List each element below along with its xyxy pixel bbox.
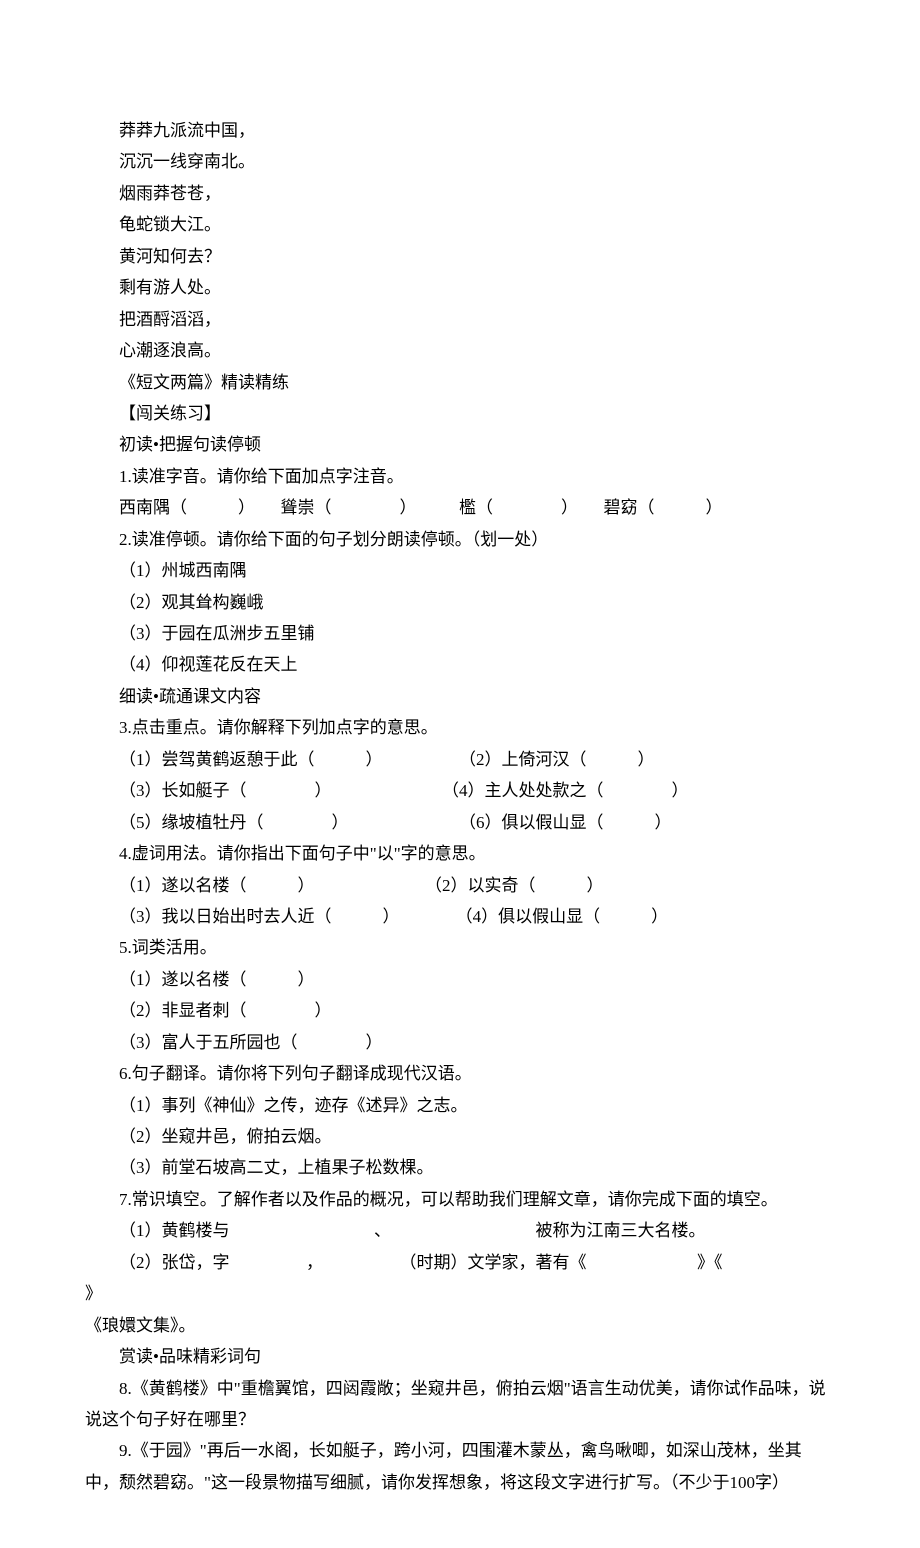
- q3-pair-right: （4）主人处处款之（ ）: [442, 781, 689, 800]
- question-6-item: （3）前堂石坡高二丈，上植果子松数棵。: [85, 1152, 835, 1183]
- question-7-item-1: （1）黄鹤楼与 、 被称为江南三大名楼。: [85, 1215, 835, 1246]
- q7-2-a: （2）张岱，字: [119, 1253, 230, 1272]
- document-title: 《短文两篇》精读精练: [85, 367, 835, 398]
- poem-line: 莽莽九派流中国，: [85, 115, 835, 146]
- question-8: 8.《黄鹤楼》中"重檐翼馆，四闼霞敞；坐窥井邑，俯拍云烟"语言生动优美，请你试作…: [85, 1373, 835, 1436]
- q3-pair-left: （5）缘坡植牡丹（ ）: [119, 813, 349, 832]
- question-6-item: （1）事列《神仙》之传，迹存《述异》之志。: [85, 1090, 835, 1121]
- question-2-item: （2）观其耸构巍峨: [85, 587, 835, 618]
- q4-pair-left: （1）遂以名楼（ ）: [119, 876, 315, 895]
- question-6-stem: 6.句子翻译。请你将下列句子翻译成现代汉语。: [85, 1058, 835, 1089]
- q7-2-c: （时期）文学家，著有《: [400, 1253, 587, 1272]
- question-5-item: （3）富人于五所园也（ ）: [85, 1027, 835, 1058]
- q7-2-b: ，: [306, 1253, 323, 1272]
- question-2-item: （1）州城西南隅: [85, 555, 835, 586]
- q3-pair-right: （2）上倚河汉（ ）: [459, 750, 655, 769]
- q7-1-a: （1）黄鹤楼与: [119, 1221, 230, 1240]
- section-2-heading: 细读•疏通课文内容: [85, 681, 835, 712]
- question-5-stem: 5.词类活用。: [85, 932, 835, 963]
- question-1-items: 西南隅（ ） 聳崇（ ） 檻（ ） 碧窈（ ）: [85, 492, 835, 523]
- poem-line: 沉沉一线穿南北。: [85, 146, 835, 177]
- question-2-item: （3）于园在瓜洲步五里铺: [85, 618, 835, 649]
- section-1-heading: 初读•把握句读停顿: [85, 429, 835, 460]
- q3-pair-right: （6）俱以假山显（ ）: [459, 813, 672, 832]
- question-6-item: （2）坐窥井邑，俯拍云烟。: [85, 1121, 835, 1152]
- question-4-pair: （1）遂以名楼（ ） （2）以实奇（ ）: [85, 870, 835, 901]
- poem-line: 心潮逐浪高。: [85, 335, 835, 366]
- question-2-item: （4）仰视莲花反在天上: [85, 649, 835, 680]
- question-4-stem: 4.虚词用法。请你指出下面句子中"以"字的意思。: [85, 838, 835, 869]
- question-5-item: （2）非显者刺（ ）: [85, 995, 835, 1026]
- question-3-pair: （5）缘坡植牡丹（ ） （6）俱以假山显（ ）: [85, 807, 835, 838]
- section-3-heading: 赏读•品味精彩词句: [85, 1341, 835, 1372]
- q3-pair-left: （3）长如艇子（ ）: [119, 781, 332, 800]
- q4-pair-right: （2）以实奇（ ）: [425, 876, 604, 895]
- poem-line: 剩有游人处。: [85, 272, 835, 303]
- poem-line: 黄河知何去？: [85, 241, 835, 272]
- question-7-item-2-tail: 《琅嬛文集》。: [85, 1310, 835, 1341]
- q7-2-e: 》: [85, 1284, 102, 1303]
- question-1-stem: 1.读准字音。请你给下面加点字注音。: [85, 461, 835, 492]
- question-7-item-2: （2）张岱，字 ， （时期）文学家，著有《 》《》: [85, 1247, 835, 1310]
- poem-line: 把酒酹滔滔，: [85, 304, 835, 335]
- gate-exercise-title: 【闯关练习】: [85, 398, 835, 429]
- poem-line: 龟蛇锁大江。: [85, 209, 835, 240]
- question-3-stem: 3.点击重点。请你解释下列加点字的意思。: [85, 712, 835, 743]
- question-5-item: （1）遂以名楼（ ）: [85, 964, 835, 995]
- poem-line: 烟雨莽苍苍，: [85, 178, 835, 209]
- q7-1-c: 被称为江南三大名楼。: [536, 1221, 706, 1240]
- question-4-pair: （3）我以日始出时去人近（ ） （4）俱以假山显（ ）: [85, 901, 835, 932]
- q7-2-d: 》《: [697, 1253, 723, 1272]
- question-3-pair: （3）长如艇子（ ） （4）主人处处款之（ ）: [85, 775, 835, 806]
- question-2-stem: 2.读准停顿。请你给下面的句子划分朗读停顿。（划一处）: [85, 524, 835, 555]
- q4-pair-left: （3）我以日始出时去人近（ ）: [119, 907, 400, 926]
- q4-pair-right: （4）俱以假山显（ ）: [456, 907, 669, 926]
- question-7-stem: 7.常识填空。了解作者以及作品的概况，可以帮助我们理解文章，请你完成下面的填空。: [85, 1184, 835, 1215]
- question-3-pair: （1）尝驾黄鹤返憩于此（ ） （2）上倚河汉（ ）: [85, 744, 835, 775]
- q3-pair-left: （1）尝驾黄鹤返憩于此（ ）: [119, 750, 383, 769]
- question-9: 9.《于园》"再后一水阁，长如艇子，跨小河，四围灌木蒙丛，禽鸟啾唧，如深山茂林，…: [85, 1435, 835, 1498]
- q7-1-b: 、: [374, 1221, 391, 1240]
